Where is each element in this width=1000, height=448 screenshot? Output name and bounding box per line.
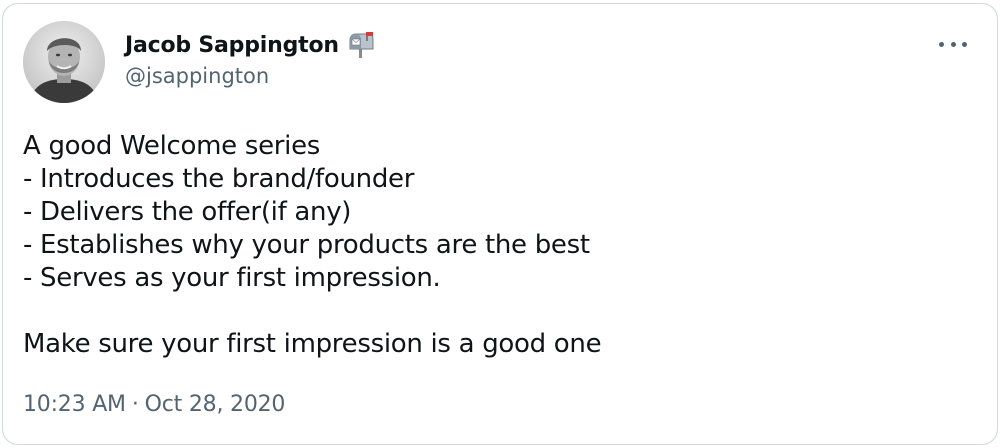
more-horizontal-icon-dot — [962, 41, 967, 47]
tweet-date: Oct 28, 2020 — [144, 392, 286, 417]
mailbox-with-flag-icon — [347, 32, 375, 58]
avatar-photo — [23, 21, 105, 103]
tweet-time: 10:23 AM — [23, 392, 126, 417]
tweet-line: - Serves as your first impression. — [23, 263, 441, 293]
tweet-text: A good Welcome series - Introduces the b… — [23, 130, 973, 361]
author-block: Jacob Sappington @jsappington — [125, 28, 375, 88]
tweet-line: A good Welcome series — [23, 131, 321, 161]
author-name-row: Jacob Sappington — [125, 28, 375, 62]
tweet-line: - Introduces the brand/founder — [23, 164, 415, 194]
tweet-line: - Establishes why your products are the … — [23, 230, 590, 260]
tweet-timestamp[interactable]: 10:23 AM · Oct 28, 2020 — [23, 392, 285, 417]
more-horizontal-icon-dot — [950, 41, 956, 47]
avatar[interactable] — [23, 21, 105, 103]
timestamp-separator: · — [131, 392, 139, 417]
flag — [365, 32, 373, 36]
tweet-card: Jacob Sappington @jsappington A good Wel… — [2, 3, 998, 445]
author-display-name[interactable]: Jacob Sappington — [125, 33, 339, 58]
tweet-line: Make sure your first impression is a goo… — [23, 329, 602, 359]
author-handle[interactable]: @jsappington — [125, 64, 375, 88]
more-options-button[interactable] — [939, 34, 967, 54]
tweet-line: - Delivers the offer(if any) — [23, 197, 352, 227]
more-horizontal-icon — [939, 41, 944, 47]
